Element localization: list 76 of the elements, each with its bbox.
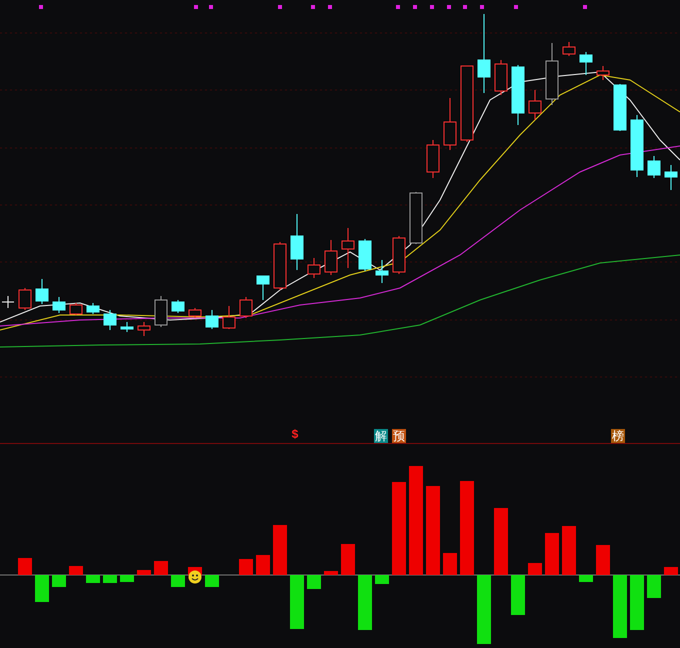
candlestick [324,240,338,276]
dollar-signal-mark: $ [292,428,298,440]
candlestick [596,66,610,80]
histogram-bar [545,533,559,575]
histogram-bar [69,566,83,575]
candlestick [138,322,150,336]
histogram-bar [35,575,49,602]
candlestick [630,114,644,178]
candlestick [172,300,184,314]
histogram-bar [528,563,542,575]
candlestick [274,242,286,290]
candlestick [86,302,100,314]
candlestick [358,238,372,272]
histogram-bar [596,545,610,575]
candlestick [580,52,592,76]
candlestick [290,214,304,270]
histogram-bar [52,575,66,587]
candlestick [614,84,626,132]
candlestick [256,276,270,300]
candlestick [2,296,14,308]
histogram-bar [443,553,457,575]
histogram-bar [562,526,576,575]
candlestick [240,296,252,318]
candlestick [308,258,320,278]
histogram-bar [273,525,287,575]
histogram-bar [477,575,491,644]
candlestick [206,310,218,330]
candlestick [36,278,48,304]
candlestick [664,164,678,190]
candlestick [376,260,388,284]
histogram-bar [86,575,100,583]
histogram-bar [18,558,32,575]
histogram-bar [120,575,134,582]
candlestick [546,42,558,106]
histogram-bar [290,575,304,629]
histogram-bar [647,575,661,598]
candlestick [342,228,354,268]
candlestick [648,156,660,178]
smiley-face-icon [188,570,202,584]
histogram-bar [137,570,151,575]
candlestick [512,64,524,126]
candlestick [562,42,576,56]
histogram-bar [358,575,372,630]
signal-tag: 榜 [611,429,625,443]
candlestick [70,302,82,316]
candlestick [18,288,32,310]
histogram-bar [579,575,593,582]
histogram-bar [239,559,253,575]
candlestick [154,296,168,328]
candlestick [528,90,542,120]
histogram-bar [103,575,117,583]
histogram-bar [494,508,508,575]
histogram-bar [341,544,355,575]
candlestick [444,98,456,150]
histogram-bar [511,575,525,615]
candlestick [104,310,116,330]
histogram-bar [256,555,270,575]
histogram-bar [205,575,219,587]
histogram-bar [154,561,168,575]
histogram-bar [630,575,644,630]
candlestick [410,192,422,244]
candlestick [222,306,236,330]
histogram-bar [324,571,338,575]
candlestick [392,236,406,274]
histogram-bar [613,575,627,638]
histogram-bar [307,575,321,589]
signal-tag: 解 [374,429,388,443]
histogram-bar [171,575,185,587]
candlestick [52,296,66,314]
candlestick [426,140,440,178]
histogram-bar [664,567,678,575]
signal-tag: 预 [392,429,406,443]
candlestick [120,322,134,332]
candlestick [188,308,202,318]
histogram-bar [375,575,389,584]
candlestick [494,60,508,96]
